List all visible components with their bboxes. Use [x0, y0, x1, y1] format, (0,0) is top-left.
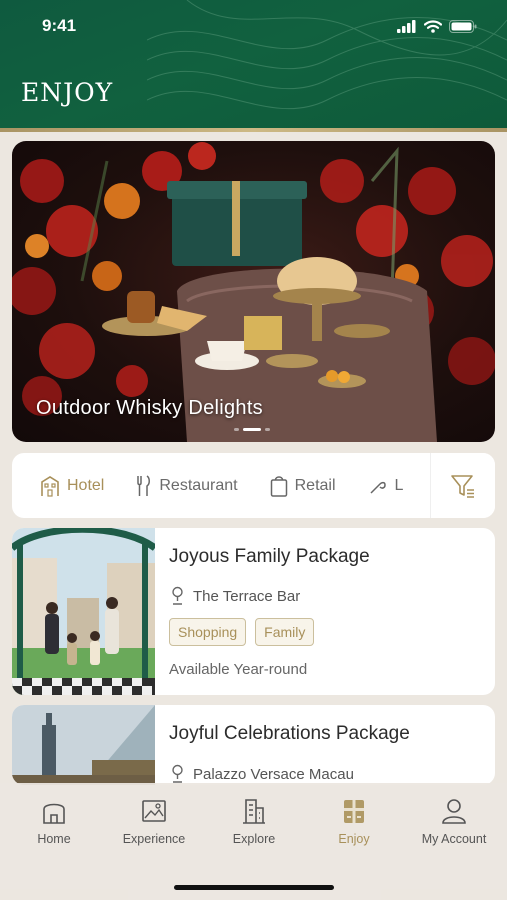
- package-location: The Terrace Bar: [170, 586, 300, 606]
- package-tags: Shopping Family: [169, 618, 315, 646]
- package-location: Palazzo Versace Macau: [170, 764, 354, 784]
- shopping-bag-icon: [270, 475, 287, 497]
- building-icon: [243, 799, 265, 824]
- tab-experience[interactable]: Experience: [104, 797, 204, 846]
- tab-my-account-label: My Account: [421, 832, 487, 846]
- hero-banner[interactable]: Outdoor Whisky Delights: [12, 141, 495, 442]
- tab-my-account[interactable]: My Account: [404, 797, 504, 846]
- cutlery-icon: [137, 474, 151, 496]
- category-spa[interactable]: L: [368, 476, 404, 496]
- category-retail-label: Retail: [294, 476, 336, 494]
- category-restaurant-label: Restaurant: [159, 476, 238, 494]
- spa-icon: [370, 481, 386, 494]
- page-title: ENJOY: [21, 78, 114, 107]
- tab-home[interactable]: Home: [4, 797, 104, 846]
- category-spa-label: L: [394, 476, 404, 494]
- package-card-image: [12, 705, 155, 785]
- location-pin-icon: [172, 586, 183, 605]
- tab-enjoy[interactable]: Enjoy: [304, 797, 404, 846]
- filter-icon: [451, 474, 474, 498]
- category-bar: Hotel Restaurant Retail L: [12, 453, 495, 518]
- category-scroll[interactable]: Hotel Restaurant Retail L: [12, 453, 432, 518]
- carousel-dot[interactable]: [265, 428, 270, 431]
- carousel-dots[interactable]: [234, 428, 270, 431]
- category-fade: [404, 453, 432, 518]
- bottom-tab-bar: Home Experience Explore Enjoy My Account: [0, 783, 507, 900]
- package-title: Joyful Celebrations Package: [169, 723, 410, 744]
- package-title: Joyous Family Package: [169, 546, 370, 567]
- tab-experience-label: Experience: [122, 832, 186, 846]
- category-hotel-label: Hotel: [67, 476, 105, 494]
- tag-family: Family: [255, 618, 315, 646]
- package-location-text: Palazzo Versace Macau: [193, 765, 354, 783]
- home-indicator[interactable]: [174, 885, 334, 890]
- status-time: 9:41: [42, 16, 77, 35]
- status-bar: 9:41: [0, 0, 507, 52]
- category-hotel[interactable]: Hotel: [40, 475, 104, 497]
- tab-home-label: Home: [37, 832, 71, 846]
- battery-icon: [449, 19, 477, 33]
- tab-enjoy-label: Enjoy: [338, 832, 370, 846]
- tag-shopping: Shopping: [169, 618, 247, 646]
- home-icon: [43, 803, 65, 824]
- status-icons: [397, 19, 477, 33]
- hero-title: Outdoor Whisky Delights: [36, 397, 263, 419]
- app-header: 9:41 ENJOY: [0, 0, 507, 132]
- user-icon: [442, 799, 466, 824]
- package-card[interactable]: Joyful Celebrations Package Palazzo Vers…: [12, 705, 495, 785]
- carousel-dot-active[interactable]: [243, 428, 261, 431]
- package-card[interactable]: Joyous Family Package The Terrace Bar Sh…: [12, 528, 495, 695]
- tab-explore[interactable]: Explore: [204, 797, 304, 846]
- location-pin-icon: [172, 764, 183, 783]
- carousel-dot[interactable]: [234, 428, 239, 431]
- package-location-text: The Terrace Bar: [193, 587, 301, 605]
- filter-button[interactable]: [430, 453, 495, 518]
- package-availability: Available Year-round: [169, 661, 308, 678]
- package-card-image: [12, 528, 155, 695]
- gift-icon: [344, 800, 364, 823]
- image-icon: [142, 800, 166, 822]
- hotel-icon: [41, 475, 59, 497]
- signal-icon: [397, 19, 416, 33]
- wifi-icon: [424, 19, 442, 33]
- tab-explore-label: Explore: [232, 832, 276, 846]
- category-retail[interactable]: Retail: [270, 475, 336, 497]
- category-restaurant[interactable]: Restaurant: [136, 474, 238, 497]
